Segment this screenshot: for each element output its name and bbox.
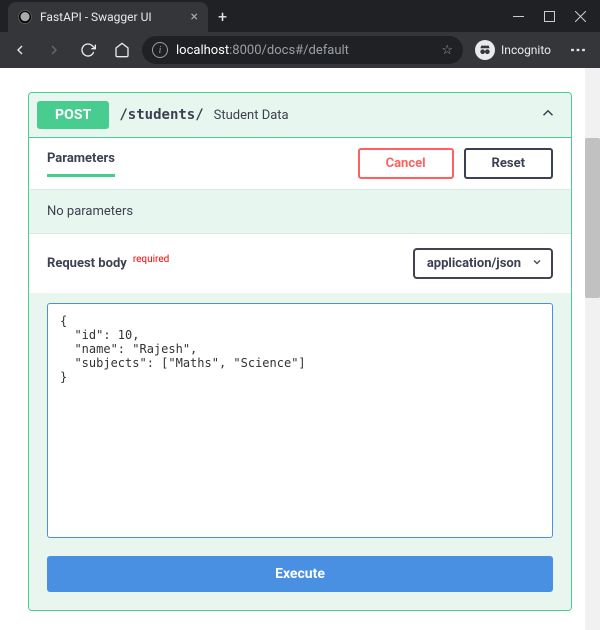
operation-body: Parameters Cancel Reset No parameters Re… <box>29 137 571 610</box>
reload-button[interactable] <box>74 36 102 64</box>
cancel-button[interactable]: Cancel <box>358 148 454 179</box>
page-content: POST /students/ Student Data Parameters … <box>0 68 600 630</box>
required-badge: required <box>133 254 169 265</box>
chevron-down-icon <box>531 256 543 272</box>
parameters-header: Parameters Cancel Reset <box>29 138 571 189</box>
scrollbar-thumb[interactable] <box>585 138 600 298</box>
http-method-badge: POST <box>37 101 109 129</box>
scrollbar[interactable] <box>585 68 600 630</box>
close-window-icon[interactable] <box>575 11 586 22</box>
collapse-icon[interactable] <box>539 104 557 126</box>
new-tab-button[interactable]: + <box>208 7 237 32</box>
no-parameters-message: No parameters <box>29 189 571 234</box>
browser-menu-icon[interactable]: ⋮ <box>563 42 594 58</box>
browser-navbar: i localhost:8000/docs#/default ☆ Incogni… <box>0 32 600 68</box>
close-tab-icon[interactable]: × <box>191 9 198 25</box>
back-button[interactable] <box>6 36 34 64</box>
operation-description: Student Data <box>214 108 289 123</box>
address-bar[interactable]: i localhost:8000/docs#/default ☆ <box>142 36 463 64</box>
request-body-label: Request body <box>47 256 127 271</box>
request-body-editor[interactable] <box>47 303 553 538</box>
browser-tab[interactable]: ⬤ FastAPI - Swagger UI × <box>8 2 208 32</box>
incognito-indicator[interactable]: Incognito <box>469 40 557 60</box>
execute-button[interactable]: Execute <box>47 556 553 592</box>
operation-summary[interactable]: POST /students/ Student Data <box>29 93 571 137</box>
request-body-editor-wrap <box>29 293 571 556</box>
forward-button[interactable] <box>40 36 68 64</box>
minimize-icon[interactable] <box>513 11 524 22</box>
reset-button[interactable]: Reset <box>464 148 553 179</box>
operation-path: /students/ <box>119 107 203 123</box>
content-type-select[interactable]: application/json <box>413 248 553 279</box>
content-type-value: application/json <box>427 256 521 271</box>
tab-favicon: ⬤ <box>18 10 32 24</box>
operation-block-post: POST /students/ Student Data Parameters … <box>28 92 572 611</box>
home-button[interactable] <box>108 36 136 64</box>
execute-wrap: Execute <box>29 556 571 610</box>
maximize-icon[interactable] <box>544 11 555 22</box>
request-body-header: Request body required application/json <box>29 234 571 293</box>
tab-title: FastAPI - Swagger UI <box>40 10 183 24</box>
incognito-icon <box>475 40 495 60</box>
tab-parameters[interactable]: Parameters <box>47 151 115 176</box>
incognito-label: Incognito <box>501 43 551 57</box>
site-info-icon[interactable]: i <box>152 42 168 58</box>
browser-titlebar: ⬤ FastAPI - Swagger UI × + <box>0 0 600 32</box>
window-controls <box>499 11 600 32</box>
url-text: localhost:8000/docs#/default <box>176 43 349 58</box>
bookmark-icon[interactable]: ☆ <box>441 43 453 58</box>
